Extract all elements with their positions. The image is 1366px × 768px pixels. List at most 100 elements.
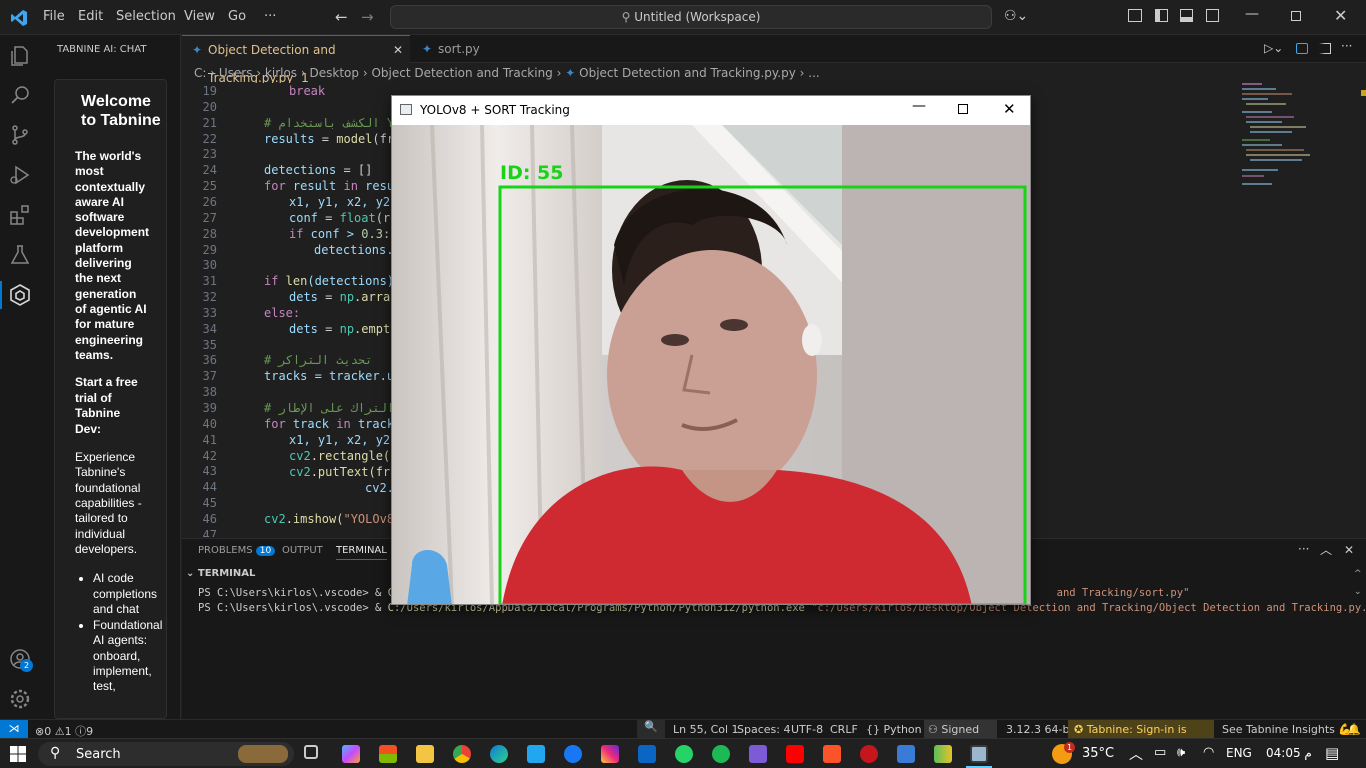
breadcrumb-item[interactable]: kirlos	[265, 66, 297, 80]
terminal-section-header[interactable]: ⌄ TERMINAL	[186, 568, 255, 579]
copilot-app-icon[interactable]	[342, 745, 360, 763]
volume-icon[interactable]: 🕪	[1177, 745, 1185, 760]
menu-selection[interactable]: Selection	[116, 9, 176, 24]
split-editor-icon[interactable]	[1319, 43, 1331, 54]
zoom-icon[interactable]: 🔍	[637, 720, 665, 739]
maximize-icon[interactable]	[958, 104, 968, 114]
restore-icon[interactable]	[1291, 11, 1301, 21]
close-tab-icon[interactable]: ✕	[393, 36, 403, 64]
edge-icon[interactable]	[490, 745, 508, 763]
windows-start-icon[interactable]	[10, 746, 26, 762]
breadcrumb-item[interactable]: Object Detection and Tracking	[371, 66, 552, 80]
taskbar-search[interactable]: ⚲ Search	[38, 742, 294, 766]
menu-view[interactable]: View	[184, 9, 215, 24]
keyboard-icon[interactable]	[897, 745, 915, 763]
menu-file[interactable]: File	[43, 9, 65, 24]
clock[interactable]: 04:05 م	[1266, 746, 1312, 760]
menu-go[interactable]: Go	[228, 9, 246, 24]
notifications-icon[interactable]: 🔔	[1347, 723, 1361, 736]
more-actions-icon[interactable]: ···	[1341, 39, 1352, 53]
source-control-icon[interactable]	[8, 123, 32, 147]
tabnine-icon[interactable]	[8, 283, 32, 307]
spotify-icon[interactable]	[712, 745, 730, 763]
indentation[interactable]: Spaces: 4	[737, 723, 790, 736]
explorer-icon[interactable]	[8, 44, 32, 68]
close-panel-icon[interactable]: ✕	[1344, 543, 1354, 557]
breadcrumb-item[interactable]: Object Detection and Tracking.py.py	[579, 66, 796, 80]
breadcrumb-item[interactable]: ...	[808, 66, 819, 80]
task-view-icon[interactable]	[304, 745, 318, 759]
remote-icon[interactable]: ⋊	[0, 720, 28, 739]
facebook-icon[interactable]	[564, 745, 582, 763]
battery-icon[interactable]: ▭	[1154, 745, 1166, 760]
vscode-taskbar-icon[interactable]	[527, 745, 545, 763]
eol[interactable]: CRLF	[830, 723, 858, 736]
tabnine-chat-panel[interactable]: Welcome to Tabnine The world's most cont…	[54, 79, 167, 719]
opencv-window-icon[interactable]	[970, 745, 988, 763]
line-number: 38	[202, 385, 217, 400]
maximize-panel-icon[interactable]: ︿	[1320, 541, 1332, 558]
back-arrow-icon[interactable]: ←	[335, 8, 348, 26]
tab-output[interactable]: OUTPUT	[282, 545, 323, 556]
instagram-icon[interactable]	[601, 745, 619, 763]
toggle-panel-icon[interactable]	[1180, 9, 1193, 22]
language-mode[interactable]: {} Python	[866, 723, 922, 736]
wifi-icon[interactable]: ◠	[1203, 745, 1214, 760]
copilot-icon[interactable]: ⚇⌄	[1004, 8, 1028, 24]
brave-icon[interactable]	[823, 745, 841, 763]
preview-icon[interactable]	[1296, 43, 1308, 54]
problems-status[interactable]: ⊗0 ⚠1 ⓘ9	[35, 723, 93, 739]
breadcrumb-item[interactable]: C:	[194, 66, 206, 80]
tab-problems[interactable]: PROBLEMS 10	[198, 545, 276, 556]
close-icon[interactable]: ✕	[1334, 6, 1347, 25]
pycharm-icon[interactable]	[934, 745, 952, 763]
testing-icon[interactable]	[8, 243, 32, 267]
linkedin-icon[interactable]	[638, 745, 656, 763]
toggle-secondary-sidebar-icon[interactable]	[1206, 9, 1219, 22]
python-interpreter[interactable]: 3.12.3 64-bit	[1006, 723, 1077, 736]
show-hidden-icons[interactable]: ︿	[1129, 744, 1143, 764]
minimap[interactable]	[1240, 83, 1350, 213]
notification-center-icon[interactable]: ▤	[1325, 744, 1339, 762]
search-icon[interactable]	[8, 83, 32, 107]
minimize-icon[interactable]: —	[912, 98, 926, 114]
tab-object-detection[interactable]: ✦ Object Detection and Tracking.py.py 1 …	[182, 35, 410, 85]
trial-heading: Start a free trial of Tabnine Dev:	[75, 375, 138, 436]
file-explorer-icon[interactable]	[416, 745, 434, 763]
run-icon[interactable]: ▷⌄	[1264, 41, 1283, 55]
scroll-down-icon[interactable]: ⌄	[1354, 587, 1362, 597]
gear-icon[interactable]	[8, 687, 32, 711]
menu-more[interactable]: ···	[264, 9, 276, 24]
error-count: 0	[44, 725, 52, 738]
chrome-icon[interactable]	[453, 745, 471, 763]
whatsapp-icon[interactable]	[675, 745, 693, 763]
input-language[interactable]: ENG	[1226, 746, 1252, 760]
tabnine-insights[interactable]: See Tabnine Insights 💪	[1222, 723, 1352, 736]
more-actions-icon[interactable]: ···	[1298, 542, 1309, 556]
youtube-icon[interactable]	[786, 745, 804, 763]
activity-bar: 2	[0, 35, 40, 719]
encoding[interactable]: UTF-8	[791, 723, 823, 736]
record-icon[interactable]	[860, 745, 878, 763]
minimize-icon[interactable]: —	[1245, 6, 1259, 22]
breadcrumb-item[interactable]: Desktop	[310, 66, 360, 80]
account-status[interactable]: ⚇ Signed out	[924, 720, 997, 749]
toggle-sidebar-icon[interactable]	[1155, 9, 1168, 22]
scroll-up-icon[interactable]: ^	[1354, 569, 1362, 579]
opencv-window[interactable]: YOLOv8 + SORT Tracking — ✕ ID: 55	[391, 95, 1031, 605]
tabnine-status[interactable]: ✪ Tabnine: Sign-in is required	[1068, 720, 1214, 749]
close-icon[interactable]: ✕	[1003, 100, 1016, 118]
customize-layout-icon[interactable]	[1128, 9, 1142, 22]
cursor-position[interactable]: Ln 55, Col 1	[673, 723, 739, 736]
microsoft-store-icon[interactable]	[379, 745, 397, 763]
opencv-titlebar[interactable]: YOLOv8 + SORT Tracking — ✕	[392, 96, 1030, 125]
menu-edit[interactable]: Edit	[78, 9, 103, 24]
tab-sort[interactable]: ✦ sort.py	[412, 35, 512, 63]
breadcrumb-item[interactable]: Users	[219, 66, 253, 80]
forward-arrow-icon[interactable]: →	[361, 8, 374, 26]
tab-terminal[interactable]: TERMINAL	[336, 545, 387, 560]
command-center[interactable]: ⚲ Untitled (Workspace)	[390, 5, 992, 29]
clipchamp-icon[interactable]	[749, 745, 767, 763]
extensions-icon[interactable]	[8, 203, 32, 227]
run-debug-icon[interactable]	[8, 163, 32, 187]
